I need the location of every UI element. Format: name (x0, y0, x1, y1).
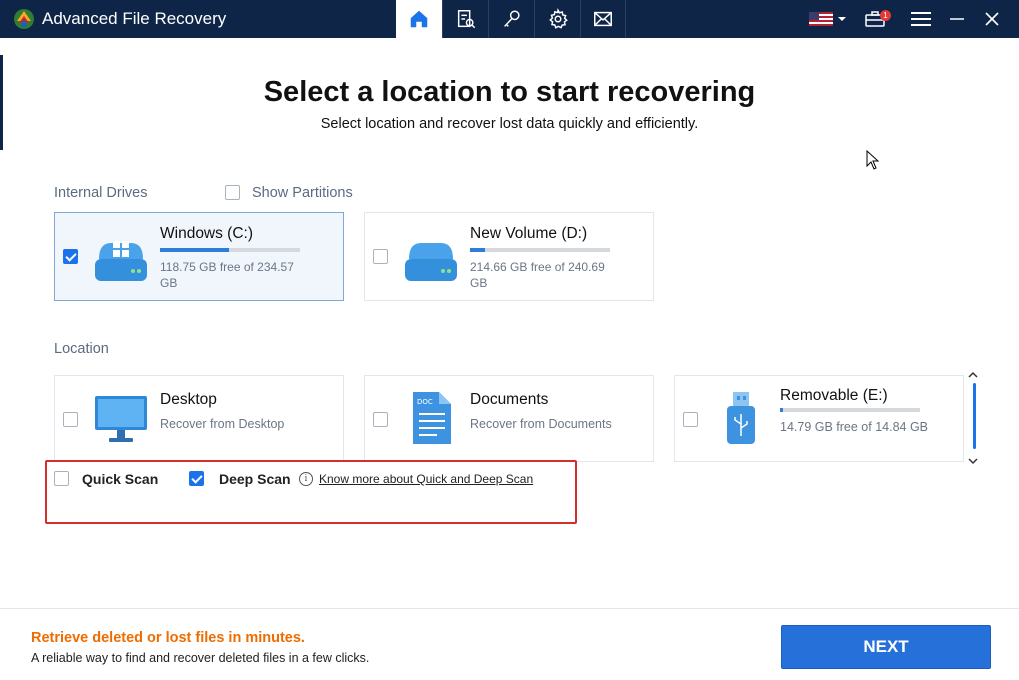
removable-name: Removable (E:) (780, 387, 888, 404)
tab-settings[interactable] (534, 0, 580, 38)
drive-c-checkbox[interactable] (63, 249, 78, 264)
key-icon (503, 10, 520, 27)
info-icon: i (299, 472, 313, 486)
gear-icon (548, 8, 568, 29)
footer-subtext: A reliable way to find and recover delet… (31, 651, 370, 665)
mouse-cursor-icon (866, 150, 880, 170)
chevron-down-icon (838, 17, 846, 21)
removable-usage-bar (780, 408, 920, 412)
desktop-checkbox[interactable] (63, 412, 78, 427)
drive-d-name: New Volume (D:) (470, 225, 588, 242)
footer-headline: Retrieve deleted or lost files in minute… (31, 630, 305, 646)
documents-checkbox[interactable] (373, 412, 388, 427)
hard-drive-icon (405, 243, 457, 281)
removable-free-space: 14.79 GB free of 14.84 GB (780, 420, 929, 434)
location-card-removable[interactable]: Removable (E:) 14.79 GB free of 14.84 GB (674, 375, 964, 462)
document-icon: DOC (413, 392, 451, 444)
us-flag-icon (809, 12, 833, 26)
drive-c-usage-bar (160, 248, 300, 252)
deep-scan-checkbox[interactable] (189, 471, 204, 486)
show-partitions-checkbox[interactable] (225, 185, 240, 200)
footer-divider (0, 608, 1019, 609)
windows-drive-icon (95, 241, 147, 281)
svg-text:DOC: DOC (417, 398, 433, 406)
app-title: Advanced File Recovery (42, 9, 227, 28)
scroll-down-icon[interactable] (968, 457, 978, 465)
minimize-icon (950, 18, 964, 20)
scan-log-icon (457, 10, 475, 29)
desktop-sub: Recover from Desktop (160, 417, 285, 431)
location-label: Location (54, 341, 109, 357)
drive-d-checkbox[interactable] (373, 249, 388, 264)
close-button[interactable] (976, 0, 1008, 38)
usb-drive-icon (727, 392, 755, 444)
drive-card-c[interactable]: Windows (C:) 118.75 GB free of 234.57 GB (54, 212, 344, 301)
tab-contact[interactable] (580, 0, 626, 38)
drive-c-free-space: 118.75 GB free of 234.57 GB (160, 260, 294, 290)
deep-scan-label: Deep Scan (219, 471, 291, 487)
hamburger-menu-icon (911, 12, 931, 26)
mail-icon (594, 11, 612, 27)
drive-d-usage-bar (470, 248, 610, 252)
desktop-name: Desktop (160, 391, 217, 408)
next-button[interactable]: NEXT (781, 625, 991, 669)
drive-card-d[interactable]: New Volume (D:) 214.66 GB free of 240.69… (364, 212, 654, 301)
documents-name: Documents (470, 391, 549, 408)
home-icon (410, 10, 428, 28)
scrollbar-thumb[interactable] (973, 383, 976, 449)
scroll-up-icon[interactable] (968, 371, 978, 379)
app-logo-icon (14, 9, 34, 29)
close-icon (985, 12, 999, 26)
show-partitions-label: Show Partitions (252, 185, 353, 201)
location-card-desktop[interactable]: Desktop Recover from Desktop (54, 375, 344, 462)
internal-drives-label: Internal Drives (54, 185, 148, 201)
drive-d-free-space: 214.66 GB free of 240.69 GB (470, 260, 605, 290)
quick-scan-label: Quick Scan (82, 471, 159, 487)
tab-scan-log[interactable] (442, 0, 488, 38)
scan-options-highlight (45, 460, 577, 524)
tab-home[interactable] (396, 0, 442, 38)
quick-scan-checkbox[interactable] (54, 471, 69, 486)
menu-button[interactable] (902, 0, 940, 38)
removable-checkbox[interactable] (683, 412, 698, 427)
know-more-link[interactable]: Know more about Quick and Deep Scan (319, 472, 533, 486)
minimize-button[interactable] (942, 0, 972, 38)
drive-c-name: Windows (C:) (160, 225, 254, 242)
location-card-documents[interactable]: DOC Documents Recover from Documents (364, 375, 654, 462)
language-selector[interactable] (806, 0, 850, 38)
title-bar: Advanced File Recovery 1 (0, 0, 1019, 38)
documents-sub: Recover from Documents (470, 417, 612, 431)
page-subtitle: Select location and recover lost data qu… (320, 116, 699, 132)
notification-badge: 1 (880, 10, 891, 21)
monitor-icon (95, 396, 147, 442)
tab-license[interactable] (488, 0, 534, 38)
page-title: Select a location to start recovering (263, 76, 756, 108)
